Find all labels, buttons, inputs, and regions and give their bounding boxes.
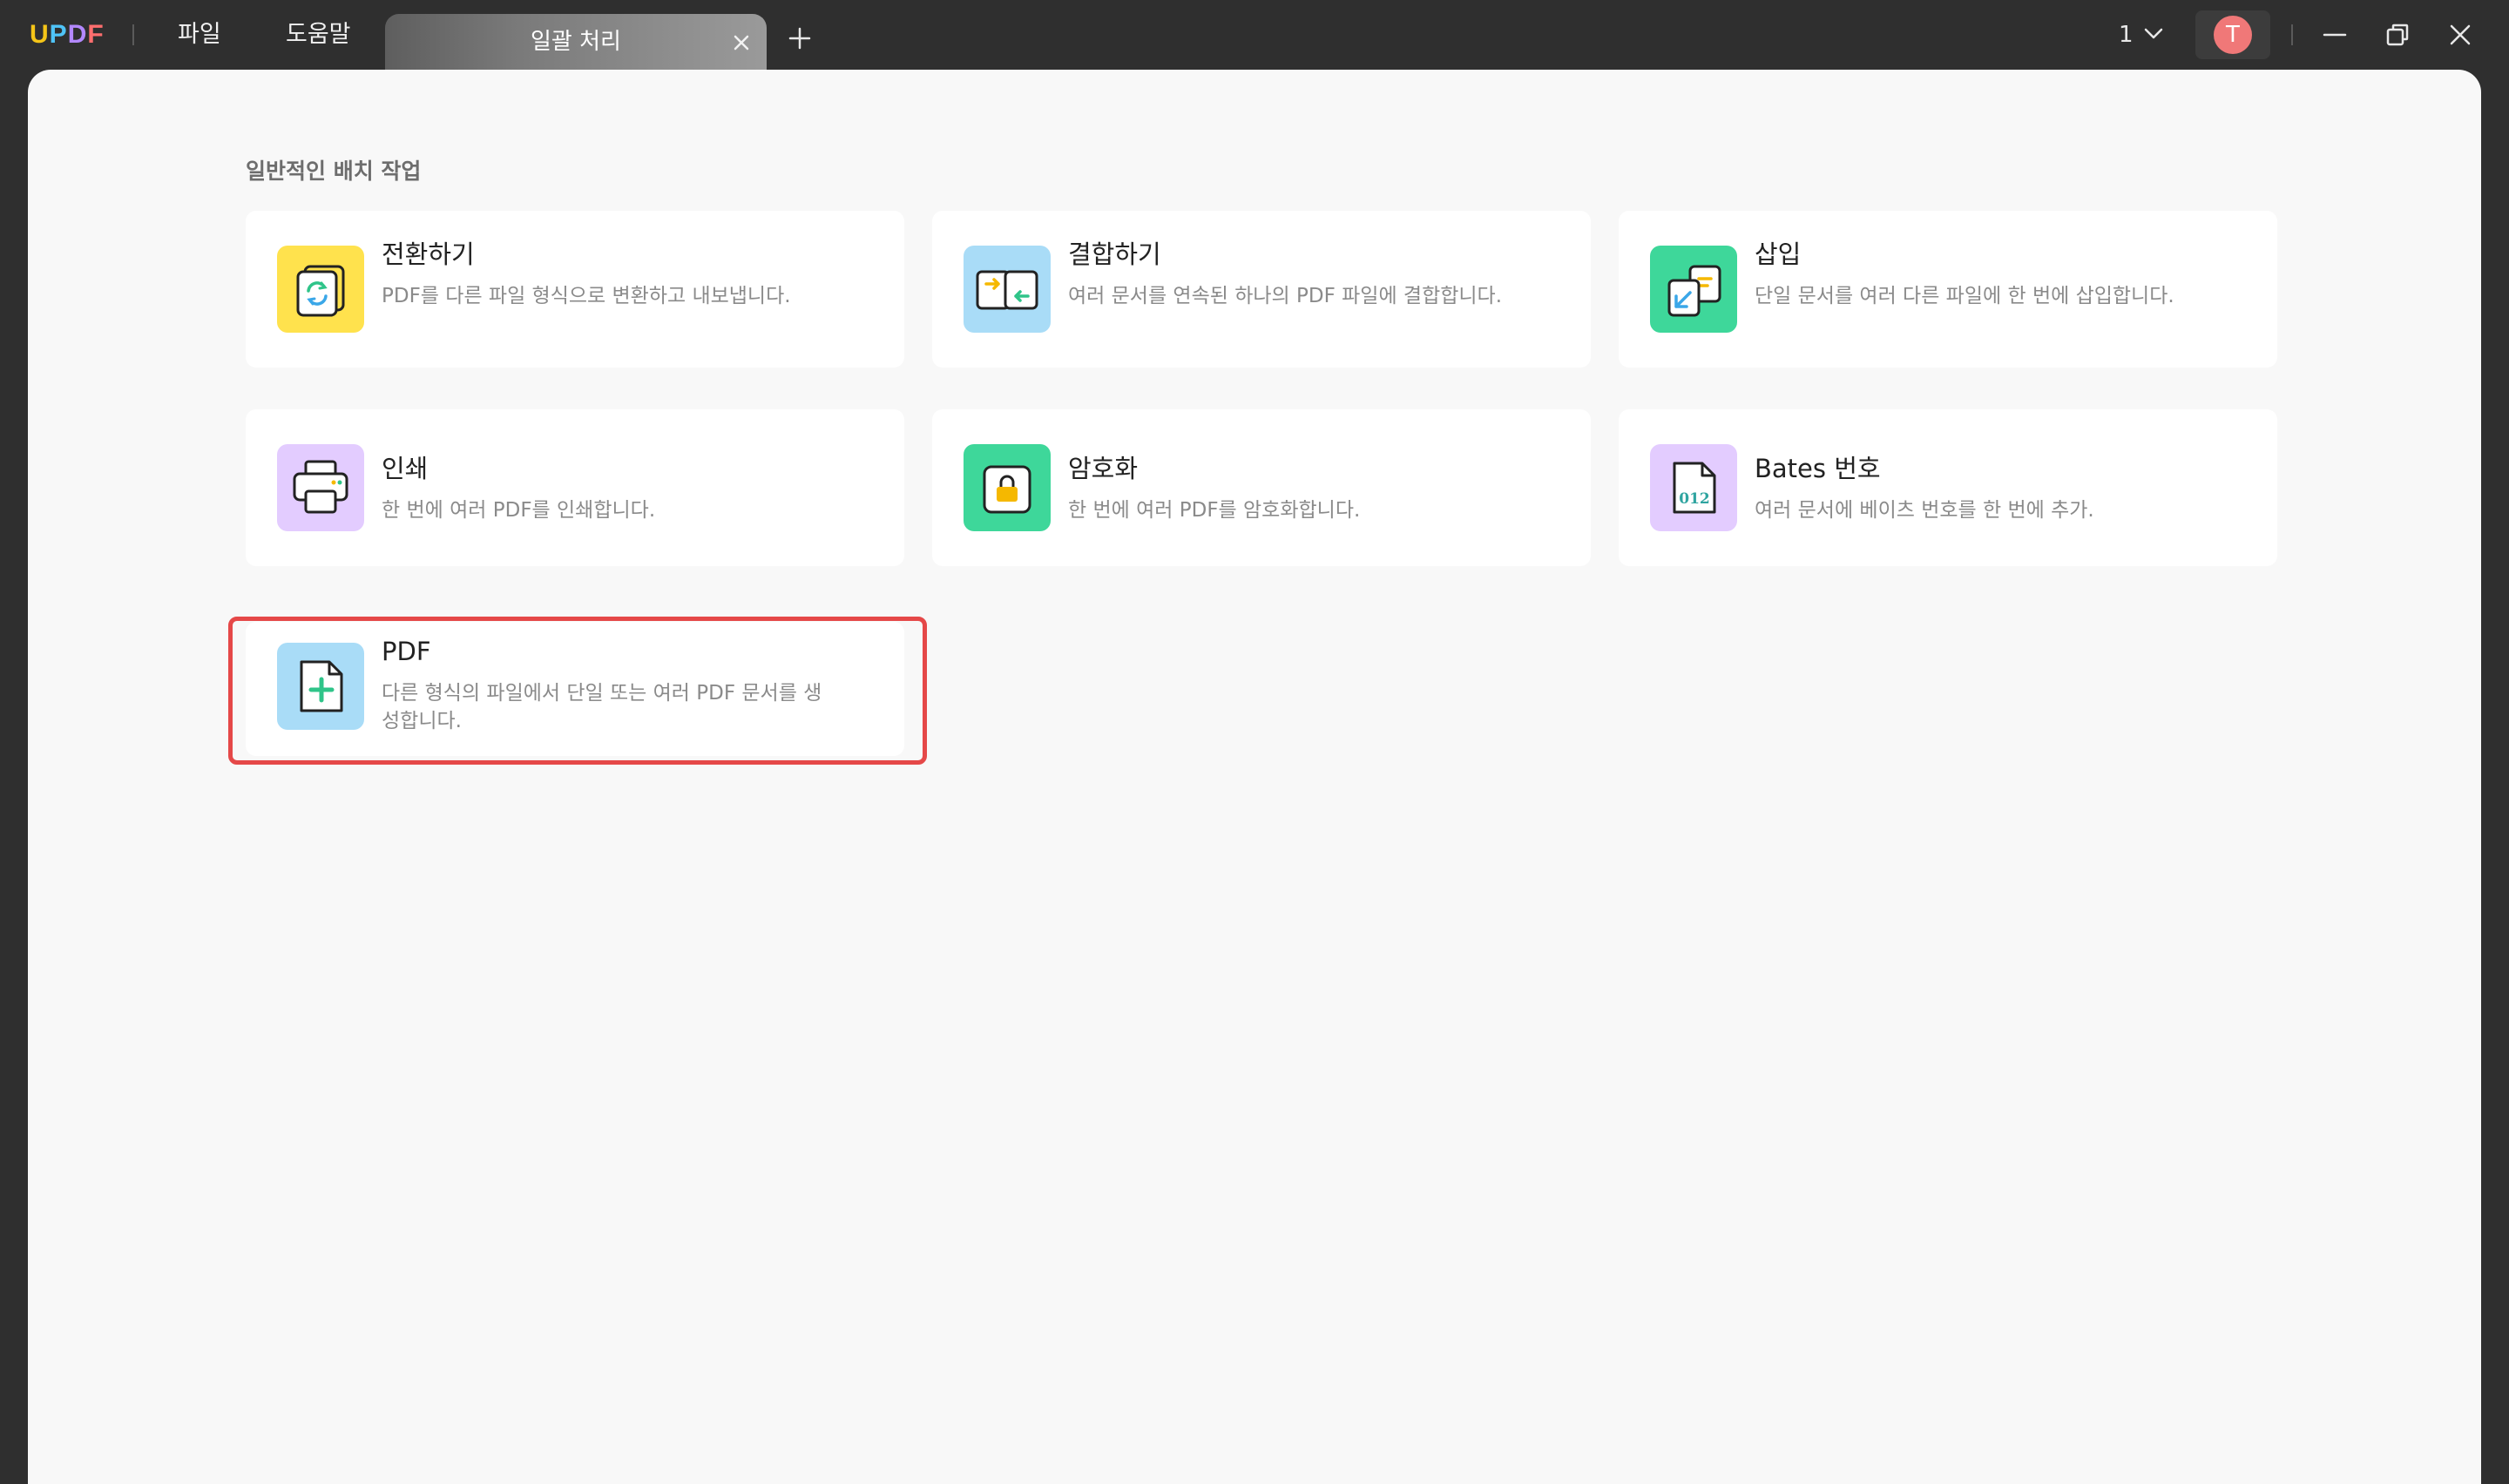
title-bar: UPDF 파일 도움말 일괄 처리 1 T xyxy=(0,0,2509,70)
close-window-icon[interactable] xyxy=(2443,17,2478,52)
card-encrypt[interactable]: 암호화 한 번에 여러 PDF를 암호화합니다. xyxy=(932,409,1591,566)
card-description: 단일 문서를 여러 다른 파일에 한 번에 삽입합니다. xyxy=(1755,285,2174,307)
card-insert[interactable]: 삽입 단일 문서를 여러 다른 파일에 한 번에 삽입합니다. xyxy=(1619,211,2277,368)
card-title: Bates 번호 xyxy=(1755,454,1881,483)
svg-text:012: 012 xyxy=(1679,490,1710,508)
card-title: 인쇄 xyxy=(382,454,429,483)
divider xyxy=(132,24,134,45)
card-title: 전환하기 xyxy=(382,239,475,269)
minimize-icon[interactable] xyxy=(2317,17,2352,52)
chevron-down-icon[interactable] xyxy=(2143,26,2164,42)
bates-number-icon: 012 xyxy=(1650,444,1737,531)
add-tab-icon[interactable] xyxy=(786,24,814,52)
card-title: 삽입 xyxy=(1755,239,1802,269)
account-button[interactable]: T xyxy=(2195,10,2270,59)
card-convert[interactable]: 전환하기 PDF를 다른 파일 형식으로 변환하고 내보냅니다. xyxy=(246,211,904,368)
card-print[interactable]: 인쇄 한 번에 여러 PDF를 인쇄합니다. xyxy=(246,409,904,566)
section-title: 일반적인 배치 작업 xyxy=(246,159,422,184)
card-description: 여러 문서에 베이츠 번호를 한 번에 추가. xyxy=(1755,499,2094,522)
tab-batch[interactable]: 일괄 처리 xyxy=(385,14,767,70)
card-description: 한 번에 여러 PDF를 암호화합니다. xyxy=(1068,499,1361,522)
lock-icon xyxy=(964,444,1051,531)
close-tab-icon[interactable] xyxy=(727,28,756,57)
card-bates[interactable]: 012 Bates 번호 여러 문서에 베이츠 번호를 한 번에 추가. xyxy=(1619,409,2277,566)
card-combine[interactable]: 결합하기 여러 문서를 연속된 하나의 PDF 파일에 결합합니다. xyxy=(932,211,1591,368)
menu-help[interactable]: 도움말 xyxy=(286,17,351,52)
printer-icon xyxy=(277,444,364,531)
card-description: 여러 문서를 연속된 하나의 PDF 파일에 결합합니다. xyxy=(1068,285,1503,307)
card-description: PDF를 다른 파일 형식으로 변환하고 내보냅니다. xyxy=(382,285,791,307)
insert-icon xyxy=(1650,246,1737,333)
card-title: 암호화 xyxy=(1068,454,1139,483)
card-title: 결합하기 xyxy=(1068,239,1161,269)
divider xyxy=(2291,24,2293,45)
window-count[interactable]: 1 xyxy=(2119,17,2134,52)
card-description: 한 번에 여러 PDF를 인쇄합니다. xyxy=(382,499,656,522)
convert-icon xyxy=(277,246,364,333)
menu-file[interactable]: 파일 xyxy=(178,17,221,52)
highlight-box xyxy=(228,617,927,765)
updf-logo: UPDF xyxy=(30,20,105,49)
avatar: T xyxy=(2214,16,2252,54)
tab-label: 일괄 처리 xyxy=(531,29,621,55)
combine-icon xyxy=(964,246,1051,333)
restore-icon[interactable] xyxy=(2380,17,2415,52)
